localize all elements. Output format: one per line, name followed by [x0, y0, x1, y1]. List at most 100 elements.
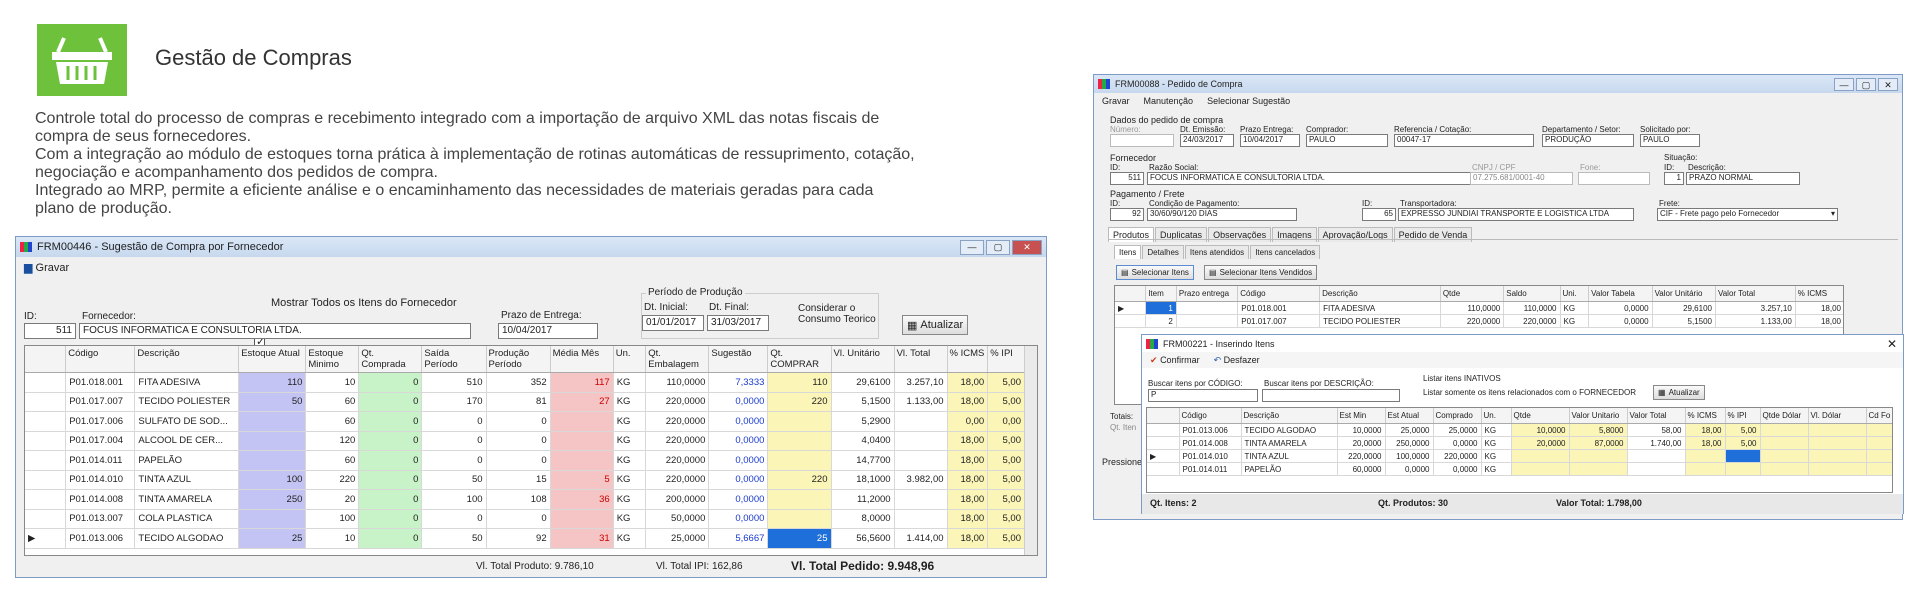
table-cell[interactable]: 100	[238, 470, 307, 490]
table-cell[interactable]: 5,6667	[708, 528, 769, 549]
table-cell[interactable]: 5,00	[987, 470, 1025, 490]
table-cell[interactable]: 110,0000	[1503, 301, 1561, 315]
select-sold-items-button[interactable]: ▤ Selecionar Itens Vendidos	[1204, 265, 1318, 280]
table-cell[interactable]: P01.017.007	[1237, 314, 1321, 328]
table-cell[interactable]: KG	[613, 450, 647, 471]
table-cell[interactable]	[1808, 449, 1867, 463]
table-cell[interactable]: 36	[550, 489, 614, 510]
table-cell[interactable]: ALCOOL DE CER...	[134, 431, 240, 451]
table-cell[interactable]	[1866, 423, 1892, 437]
table-cell[interactable]: 31	[550, 528, 614, 549]
table-cell[interactable]: TECIDO ALGODAO	[134, 528, 240, 549]
table-cell[interactable]: 14,7700	[831, 450, 895, 471]
table-row[interactable]: P01.018.001 FITA ADESIVA 110 10 0 510 352 117 KG…	[25, 372, 1025, 393]
table-cell[interactable]: 27	[550, 392, 614, 412]
column-header[interactable]: Cd Fo	[1866, 408, 1892, 424]
table-cell[interactable]: KG	[613, 392, 647, 412]
column-header[interactable]: Vl. Total	[894, 346, 948, 373]
table-cell[interactable]: 0,0000	[1433, 462, 1482, 476]
table-cell[interactable]: 117	[550, 372, 614, 393]
table-cell[interactable]: KG	[1560, 301, 1590, 315]
table-cell[interactable]: 18,00	[1795, 314, 1843, 328]
table-cell[interactable]: 50	[421, 470, 487, 490]
column-header[interactable]: Valor Tabela	[1588, 286, 1653, 302]
table-cell[interactable]: KG	[613, 372, 647, 393]
table-cell[interactable]	[25, 470, 67, 490]
table-cell[interactable]: 108	[486, 489, 551, 510]
table-cell[interactable]	[1147, 462, 1180, 476]
table-cell[interactable]: 5	[550, 470, 614, 490]
table-cell[interactable]: PAPELÃO	[134, 450, 240, 471]
freight-select[interactable]: CIF - Frete pago pelo Fornecedor ▾	[1657, 208, 1838, 221]
table-cell[interactable]: P01.014.010	[65, 470, 136, 490]
table-cell[interactable]	[1685, 449, 1726, 463]
column-header[interactable]: Estoque Atual	[238, 346, 307, 373]
table-cell[interactable]: FITA ADESIVA	[134, 372, 240, 393]
column-header[interactable]: Código	[65, 346, 136, 373]
column-header[interactable]: Vl. Unitário	[831, 346, 895, 373]
table-cell[interactable]: 5,00	[987, 431, 1025, 451]
table-row[interactable]: ▶ 1 P01.018.001 FITA ADESIVA 110,0000 110,000…	[1115, 301, 1843, 315]
column-header[interactable]: Un.	[613, 346, 647, 373]
table-row[interactable]: P01.014.010 TINTA AZUL 100 220 0 50 15 5 KG 220,0…	[25, 470, 1025, 490]
situation-id-field[interactable]: 1	[1664, 172, 1684, 185]
table-cell[interactable]: 8,0000	[831, 509, 895, 529]
table-cell[interactable]: 0	[358, 470, 423, 490]
table-cell[interactable]: 0	[358, 509, 423, 529]
table-cell[interactable]: 10,0000	[1511, 423, 1570, 437]
table-cell[interactable]: 220	[767, 392, 832, 412]
table-row[interactable]: P01.014.011 PAPELÃO 60 0 0 0 KG 220,0000 0,0000 1…	[25, 450, 1025, 471]
table-cell[interactable]	[894, 450, 948, 471]
table-cell[interactable]: 5,8000	[1569, 423, 1628, 437]
table-cell[interactable]: COLA PLASTICA	[134, 509, 240, 529]
table-cell[interactable]	[1627, 462, 1686, 476]
table-cell[interactable]	[238, 431, 307, 451]
table-cell[interactable]: 5,1500	[1652, 314, 1716, 328]
close-icon[interactable]: ✕	[1887, 337, 1897, 351]
column-header[interactable]: Código	[1179, 408, 1242, 424]
table-cell[interactable]	[1725, 462, 1761, 476]
column-header[interactable]: Descrição	[134, 346, 240, 373]
tab[interactable]: Itens atendidos	[1184, 245, 1250, 259]
table-cell[interactable]	[767, 411, 832, 432]
table-cell[interactable]: 18,1000	[831, 470, 895, 490]
table-cell[interactable]: P01.014.008	[65, 489, 136, 510]
table-cell[interactable]: KG	[1560, 314, 1590, 328]
table-cell[interactable]: 200,0000	[645, 489, 710, 510]
table-cell[interactable]	[1760, 449, 1809, 463]
table-cell[interactable]: 5,1500	[831, 392, 895, 412]
table-cell[interactable]	[1176, 314, 1239, 328]
table-cell[interactable]: 0	[486, 509, 551, 529]
maximize-icon[interactable]: ▢	[986, 239, 1010, 255]
table-cell[interactable]	[1147, 423, 1180, 437]
table-cell[interactable]: 18,00	[947, 470, 989, 490]
table-cell[interactable]: 0,00	[987, 411, 1025, 432]
minimize-icon[interactable]: —	[960, 239, 984, 255]
table-cell[interactable]: 18,00	[1685, 436, 1726, 450]
table-cell[interactable]: TINTA AZUL	[1241, 449, 1338, 463]
table-cell[interactable]: 11,2000	[831, 489, 895, 510]
search-desc-input[interactable]	[1262, 389, 1400, 402]
table-cell[interactable]: 0,0000	[708, 509, 769, 529]
column-header[interactable]: Est Min	[1337, 408, 1386, 424]
table-cell[interactable]: 100	[305, 509, 360, 529]
table-cell[interactable]: P01.014.011	[65, 450, 136, 471]
table-cell[interactable]: 110,0000	[1440, 301, 1505, 315]
table-row[interactable]: P01.013.007 COLA PLASTICA 100 0 0 0 KG 50,0000 0…	[25, 509, 1025, 529]
update-button[interactable]: ▦ Atualizar	[902, 315, 969, 335]
table-cell[interactable]: 18,00	[947, 431, 989, 451]
table-cell[interactable]: 29,6100	[831, 372, 895, 393]
table-cell[interactable]: 5,00	[1725, 436, 1761, 450]
table-cell[interactable]: KG	[613, 411, 647, 432]
payment-id-field[interactable]: 92	[1110, 208, 1144, 221]
table-cell[interactable]: P01.014.008	[1179, 436, 1242, 450]
table-cell[interactable]: 220,0000	[1440, 314, 1505, 328]
table-cell[interactable]	[25, 509, 67, 529]
table-cell[interactable]: 1	[1145, 301, 1177, 315]
table-cell[interactable]: TECIDO POLIESTER	[1319, 314, 1441, 328]
table-cell[interactable]: 3.982,00	[894, 470, 948, 490]
table-cell[interactable]: 25,0000	[645, 528, 710, 549]
update-button[interactable]: ▦ Atualizar	[1653, 385, 1705, 400]
table-cell[interactable]	[894, 431, 948, 451]
table-cell[interactable]: FITA ADESIVA	[1319, 301, 1441, 315]
